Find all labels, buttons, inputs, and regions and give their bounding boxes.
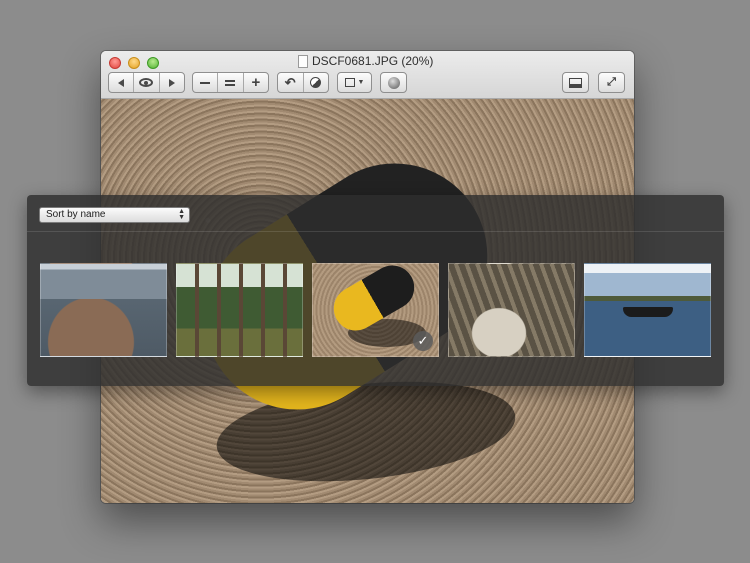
triangle-right-icon [168, 78, 175, 87]
thumbnail-tree-roots[interactable] [448, 263, 575, 357]
minimize-window-button[interactable] [128, 57, 140, 69]
navigation-group [108, 72, 185, 93]
crop-icon [344, 78, 355, 87]
zoom-group: + [192, 72, 269, 93]
adjust-icon [310, 77, 322, 88]
thumbnail-boat-shape [623, 307, 673, 317]
sort-label: Sort by name [46, 209, 106, 220]
previous-button[interactable] [109, 73, 135, 92]
sidebar-toggle-button[interactable] [562, 72, 589, 93]
next-button[interactable] [160, 73, 184, 92]
adjust-button[interactable] [304, 73, 329, 92]
fullscreen-button[interactable]: ⤢ [598, 72, 625, 93]
slideshow-button[interactable] [134, 73, 160, 92]
triangle-left-icon [118, 78, 125, 87]
thumbnail-motorboat[interactable] [584, 263, 711, 357]
title-bar: DSCF0681.JPG (20%) + ↶ ▼ ⤢ [101, 51, 634, 99]
fullscreen-icon: ⤢ [607, 76, 616, 88]
crop-button[interactable]: ▼ [337, 72, 372, 93]
globe-icon [387, 76, 400, 89]
eye-icon [139, 78, 154, 87]
rotate-button[interactable]: ↶ [278, 73, 304, 92]
zoom-in-button[interactable]: + [244, 73, 268, 92]
equals-icon [225, 79, 236, 86]
document-icon [298, 55, 308, 68]
thumbnail-forest[interactable] [176, 263, 303, 357]
sidebar-icon [569, 77, 582, 88]
window-title: DSCF0681.JPG (20%) [312, 54, 434, 68]
divider [27, 231, 724, 232]
minus-icon [200, 81, 211, 84]
rotate-left-icon: ↶ [284, 74, 296, 90]
thumbnail-rocky-shoreline[interactable] [40, 263, 167, 357]
share-button[interactable] [380, 72, 407, 93]
close-window-button[interactable] [109, 57, 121, 69]
actual-size-button[interactable] [218, 73, 244, 92]
chevron-down-icon: ▼ [357, 79, 365, 86]
thumbnail-buoy-selected[interactable]: ✓ [312, 263, 439, 357]
edit-group: ↶ [277, 72, 329, 93]
plus-icon: + [251, 74, 261, 91]
image-browser-overlay: Sort by name ▲ ▼ ✓ [27, 195, 724, 386]
up-down-arrows-icon: ▲ ▼ [178, 208, 185, 221]
zoom-out-button[interactable] [193, 73, 219, 92]
zoom-window-button[interactable] [147, 57, 159, 69]
sort-popup[interactable]: Sort by name ▲ ▼ [39, 207, 190, 223]
checkmark-icon: ✓ [413, 331, 433, 351]
